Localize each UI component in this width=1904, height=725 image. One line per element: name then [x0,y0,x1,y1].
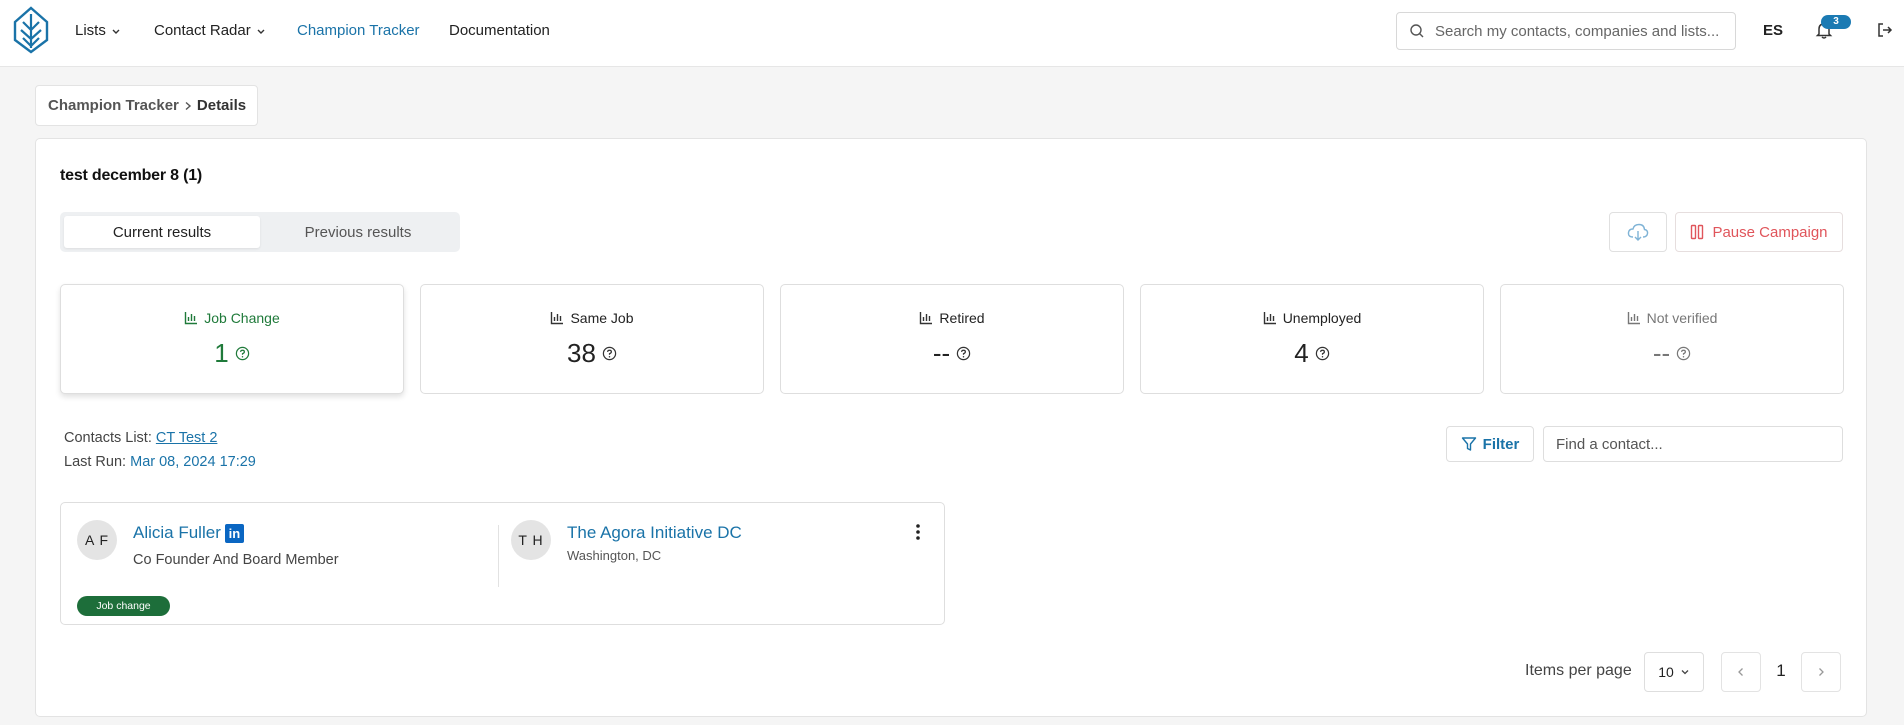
stat-not-verified-value: -- [1652,338,1671,368]
filter-label: Filter [1482,435,1520,453]
nav-champion-tracker-label: Champion Tracker [297,22,420,39]
campaign-title: test december 8 (1) [60,167,203,184]
filter-button[interactable]: Filter [1446,426,1534,462]
stat-unemployed-label: Unemployed [1282,310,1362,326]
chevron-down-icon [112,29,120,34]
help-icon[interactable] [235,346,250,361]
last-run-value: Mar 08, 2024 17:29 [130,454,256,470]
language-switcher[interactable]: ES [1763,22,1783,39]
items-per-page-label: Items per page [1525,662,1632,679]
find-contact-input[interactable] [1543,426,1843,462]
contacts-list-row: Contacts List: CT Test 2 [64,426,256,450]
campaign-details-card: test december 8 (1) Current results Prev… [35,138,1867,717]
stat-job-change-value: 1 [214,338,229,368]
stat-value-row: 4 [1141,338,1483,369]
stat-value-row: -- [781,338,1123,369]
stat-value-row: 1 [61,338,403,369]
breadcrumb-current: Details [196,97,247,114]
nav-champion-tracker[interactable]: Champion Tracker [297,22,420,39]
stat-label-row: Not verified [1501,310,1843,326]
contacts-list-link[interactable]: CT Test 2 [156,430,218,446]
more-options-icon[interactable] [915,523,921,541]
contact-name-link[interactable]: Alicia Fuller [133,523,221,543]
status-badge: Job change [77,596,170,616]
stat-retired[interactable]: Retired -- [780,284,1124,394]
stat-job-change[interactable]: Job Change 1 [60,284,404,394]
stat-unemployed-value: 4 [1294,338,1309,368]
nav-documentation-label: Documentation [449,22,550,39]
breadcrumb: Champion Tracker Details [35,85,258,126]
nav-documentation[interactable]: Documentation [449,22,550,39]
cloud-download-icon [1627,223,1649,241]
chevron-right-icon [185,101,191,110]
stat-retired-value: -- [932,338,951,368]
logout-icon[interactable] [1876,21,1894,39]
last-run-row: Last Run: Mar 08, 2024 17:29 [64,450,256,474]
stat-unemployed[interactable]: Unemployed 4 [1140,284,1484,394]
pause-campaign-button[interactable]: Pause Campaign [1675,212,1843,252]
contact-title: Co Founder And Board Member [133,552,339,568]
contacts-list-label: Contacts List: [64,430,152,446]
stat-same-job-value: 38 [567,338,596,368]
nav-lists-label: Lists [75,22,106,39]
notification-badge: 3 [1821,15,1851,29]
download-button[interactable] [1609,212,1667,252]
top-navbar: Lists Contact Radar Champion Tracker Doc… [0,0,1904,67]
bar-chart-icon [551,312,564,325]
help-icon[interactable] [602,346,617,361]
bar-chart-icon [1263,312,1276,325]
bar-chart-icon [1627,312,1640,325]
tab-previous-results[interactable]: Previous results [260,216,456,248]
stat-value-row: 38 [421,338,763,369]
contact-name-row: Alicia Fuller in [133,523,244,543]
stat-retired-label: Retired [939,310,985,326]
nav-contact-radar[interactable]: Contact Radar [154,22,266,39]
bar-chart-icon [920,312,933,325]
help-icon[interactable] [956,346,971,361]
search-icon [1410,24,1424,38]
help-icon[interactable] [1315,346,1330,361]
items-per-page-select[interactable]: 10 [1644,652,1704,692]
chevron-down-icon [257,29,265,34]
logo-icon[interactable] [12,6,50,54]
filter-icon [1461,437,1476,451]
company-avatar: T H [511,520,551,560]
global-search[interactable] [1396,12,1736,50]
nav-contact-radar-label: Contact Radar [154,22,251,39]
linkedin-icon[interactable]: in [224,523,244,543]
global-search-input[interactable] [1435,22,1725,40]
stat-same-job[interactable]: Same Job 38 [420,284,764,394]
stat-label-row: Retired [781,310,1123,326]
stat-value-row: -- [1501,338,1843,369]
results-tabs: Current results Previous results [60,212,460,252]
stat-label-row: Job Change [61,310,403,326]
bar-chart-icon [185,312,198,325]
stat-not-verified-label: Not verified [1646,310,1718,326]
next-page-button[interactable] [1801,652,1841,692]
stat-job-change-label: Job Change [204,310,280,326]
previous-page-button[interactable] [1721,652,1761,692]
chevron-right-icon [1819,668,1824,676]
avatar: A F [77,520,117,560]
stat-label-row: Same Job [421,310,763,326]
help-icon[interactable] [1676,346,1691,361]
breadcrumb-parent[interactable]: Champion Tracker [48,97,179,114]
stat-same-job-label: Same Job [570,310,634,326]
last-run-label: Last Run: [64,454,127,470]
contact-card: A F Alicia Fuller in Co Founder And Boar… [60,502,945,625]
company-location: Washington, DC [567,548,662,563]
items-per-page-value: 10 [1658,664,1674,680]
pause-campaign-label: Pause Campaign [1712,223,1828,241]
company-name-link[interactable]: The Agora Initiative DC [567,523,742,543]
current-page: 1 [1776,661,1786,680]
stat-not-verified[interactable]: Not verified -- [1500,284,1844,394]
chevron-left-icon [1738,668,1743,676]
chevron-down-icon [1681,670,1689,675]
tab-current-results[interactable]: Current results [64,216,260,248]
stat-label-row: Unemployed [1141,310,1483,326]
pause-icon [1691,224,1704,240]
campaign-meta: Contacts List: CT Test 2 Last Run: Mar 0… [64,426,256,474]
nav-lists[interactable]: Lists [75,22,121,39]
divider [498,525,499,587]
